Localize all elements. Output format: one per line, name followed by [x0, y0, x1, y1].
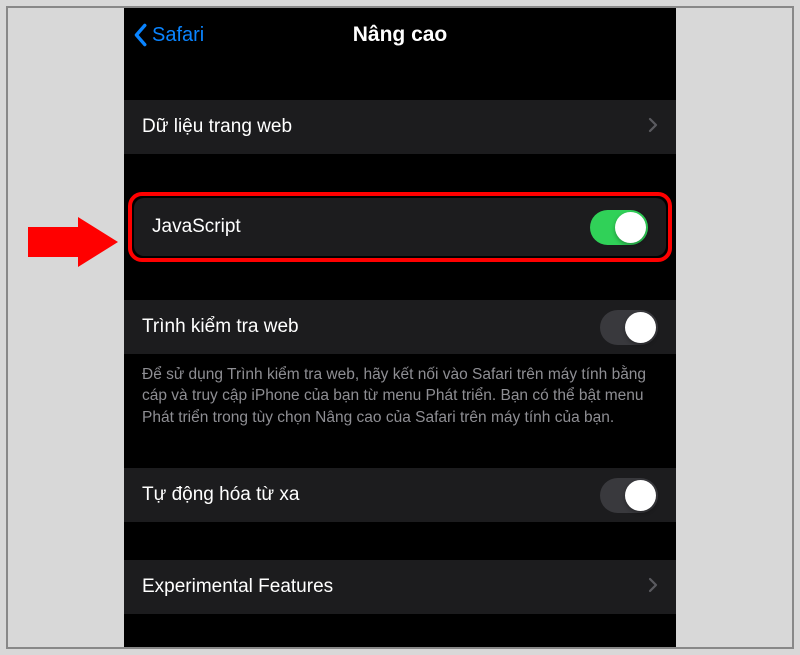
chevron-right-icon — [648, 117, 658, 138]
web-inspector-footer: Để sử dụng Trình kiểm tra web, hãy kết n… — [124, 354, 676, 438]
chevron-right-icon — [648, 577, 658, 598]
toggle-knob — [625, 480, 656, 511]
highlight-frame: JavaScript — [128, 192, 672, 262]
remote-automation-toggle[interactable] — [600, 478, 658, 513]
javascript-label: JavaScript — [152, 216, 590, 238]
arrow-annotation-icon — [28, 217, 118, 272]
website-data-row[interactable]: Dữ liệu trang web — [124, 100, 676, 154]
back-button[interactable]: Safari — [132, 23, 204, 47]
javascript-row[interactable]: JavaScript — [134, 198, 666, 256]
nav-bar: Safari Nâng cao — [124, 8, 676, 62]
javascript-toggle[interactable] — [590, 210, 648, 245]
chevron-left-icon — [132, 23, 148, 47]
web-inspector-row[interactable]: Trình kiểm tra web — [124, 300, 676, 354]
content-area: Dữ liệu trang web JavaScript Trình kiểm … — [124, 62, 676, 647]
page-title: Nâng cao — [353, 23, 448, 47]
web-inspector-label: Trình kiểm tra web — [142, 316, 600, 338]
web-inspector-toggle[interactable] — [600, 310, 658, 345]
website-data-label: Dữ liệu trang web — [142, 116, 648, 138]
experimental-features-label: Experimental Features — [142, 576, 648, 598]
toggle-knob — [625, 312, 656, 343]
toggle-knob — [615, 212, 646, 243]
remote-automation-label: Tự động hóa từ xa — [142, 484, 600, 506]
back-label: Safari — [152, 24, 204, 47]
experimental-features-row[interactable]: Experimental Features — [124, 560, 676, 614]
settings-screen: Safari Nâng cao Dữ liệu trang web JavaSc… — [124, 8, 676, 647]
remote-automation-row[interactable]: Tự động hóa từ xa — [124, 468, 676, 522]
